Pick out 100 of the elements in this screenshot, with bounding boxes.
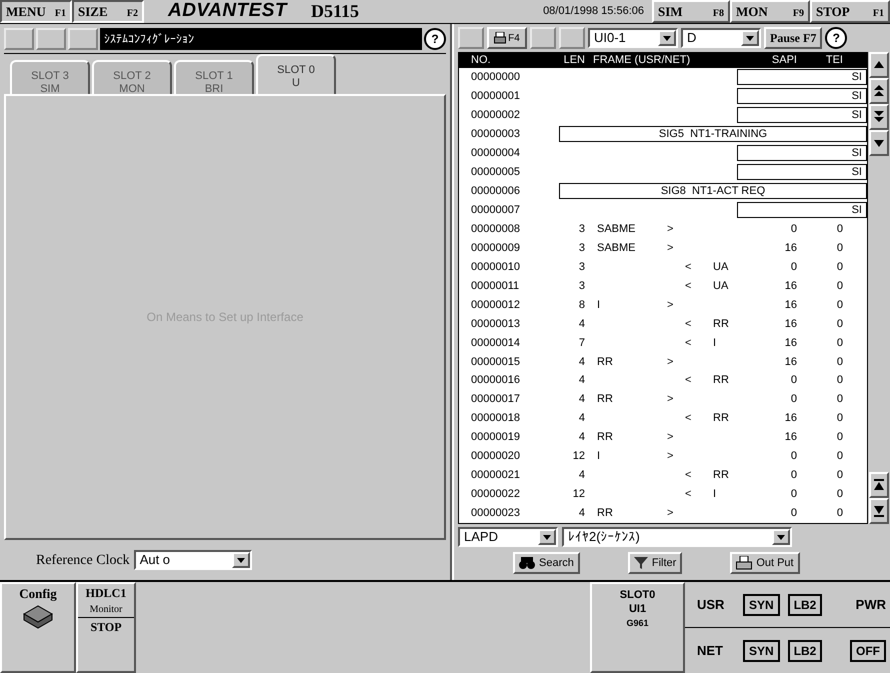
caret-icon [236,558,245,562]
port-select[interactable]: UI0-1 [588,28,678,48]
tei-cell-text: 0 [836,354,843,370]
sapi-cell-text: 0 [790,373,797,388]
column-header: NO. [470,53,492,68]
frame-number: 00000001 [470,89,521,104]
dropdown-button[interactable] [658,30,676,46]
mode-key-button[interactable]: STOP F1 [810,0,890,23]
channel-select[interactable]: D [681,28,761,48]
sapi-cell-text: 16 [784,316,797,332]
user-frame-cell: RR [597,507,613,520]
user-frame-cell: RR [597,431,613,444]
column-header: FRAME (USR/NET) [592,53,692,68]
monitor-label: Monitor [90,603,122,617]
frame-number: 00000014 [470,336,521,351]
status-flag: LB2 [788,640,822,662]
sapi-cell-text: 0 [790,487,797,502]
length-cell-text: 4 [578,316,585,332]
user-frame-cell: RR [597,393,613,406]
direction-arrow: < [685,260,692,273]
mode-key-button[interactable]: SIM F8 [652,0,730,23]
reference-clock-select[interactable]: Aut o [134,550,252,570]
sapi-cell-text: 16 [784,411,797,426]
dropdown-button[interactable] [772,529,790,545]
status-flag: SYN [743,594,780,616]
length-cell-text: 4 [578,506,585,522]
length-cell-text: 4 [578,468,585,484]
network-frame-cell: RR [713,412,729,424]
network-frame-cell: RR [713,318,729,330]
dropdown-button[interactable] [232,552,250,568]
filter-button[interactable]: Filter [628,552,682,574]
funnel-icon [634,556,648,570]
layer-select[interactable]: ﾚｲﾔ2(ｼｰｹﾝｽ) [562,527,792,547]
frame-number: 00000012 [470,298,521,313]
frame-number: 00000020 [470,449,521,464]
frame-number: 00000000 [470,70,521,86]
dropdown-button[interactable] [538,529,556,545]
frame-number: 00000004 [470,146,521,162]
tei-cell-text: 0 [836,260,843,275]
direction-arrow: > [667,222,674,235]
direction-arrow: < [685,469,692,482]
caret-icon [746,36,754,40]
frame-number: 00000006 [470,184,521,199]
monitor-state: STOP [78,617,134,636]
slot-tab[interactable]: SLOT 2 MON [92,60,172,94]
help-button[interactable]: ? [825,27,848,49]
tei-cell-text: 0 [836,240,843,256]
sapi-cell-text: 16 [784,240,797,256]
scroll-down-button[interactable] [869,130,889,156]
frame-number: 00000017 [470,392,521,408]
pause-button[interactable]: Pause F7 [764,27,822,49]
config-button[interactable]: Config [0,582,76,673]
slot-tab[interactable]: SLOT 1 BRI [174,60,254,94]
user-frame-cell: SABME [597,242,636,254]
length-cell-text: 4 [578,392,585,408]
scroll-up-button[interactable] [869,52,889,78]
caret-icon [543,534,551,540]
tei-cell-text: 0 [836,506,843,522]
slot-tab[interactable]: SLOT 0 U [256,54,336,94]
search-button[interactable]: Search [513,552,580,574]
page-down-button[interactable] [869,104,889,130]
length-cell-text: 4 [578,430,585,446]
scroll-to-top-button[interactable] [869,472,889,498]
user-frame-cell: I [597,450,600,462]
help-button[interactable]: ? [424,28,446,50]
page-down-icon [873,110,885,124]
length-cell-text: 7 [578,336,585,351]
sapi-cell-text: 0 [790,260,797,275]
function-key-button[interactable]: MENU F1 [0,0,72,23]
slot-tab[interactable]: SLOT 3 SIM [10,60,90,94]
sapi-cell-text: 16 [784,354,797,370]
dropdown-button[interactable] [741,30,759,46]
frame-number: 00000019 [470,430,521,446]
sapi-cell-text: 16 [784,336,797,351]
panel-title-bar: ｼｽﾃﾑｺﾝﾌｨｸﾞﾚｰｼｮﾝ [100,28,422,50]
line-label: NET [697,642,724,660]
tei-cell-text: 0 [836,430,843,446]
function-key-button[interactable]: SIZE F2 [72,0,144,23]
column-header: TEI [824,53,843,68]
sapi-cell-text: 0 [790,468,797,484]
tei-cell-text: 0 [836,487,843,502]
network-frame-cell: UA [713,280,728,292]
page-up-button[interactable] [869,78,889,104]
length-cell-text: 3 [578,222,585,237]
tei-cell-text: 0 [836,222,843,237]
sapi-cell-text: 16 [784,278,797,294]
sapi-cell-text: 16 [784,298,797,313]
print-button[interactable]: F4 [487,27,527,49]
monitor-name: HDLC1 [86,585,126,602]
scroll-to-bottom-button[interactable] [869,498,889,524]
scroll-to-bottom-icon [873,504,885,518]
signal-status-bar: SI [737,145,867,162]
mode-key-button[interactable]: MON F9 [730,0,810,23]
direction-arrow: > [667,450,674,462]
date-time: 08/01/1998 15:56:06 [542,4,645,19]
tei-cell-text: 0 [836,411,843,426]
frame-number: 00000015 [470,354,521,370]
output-button[interactable]: Out Put [730,552,800,574]
column-header: SAPI [770,53,797,68]
protocol-select[interactable]: LAPD [458,527,558,547]
